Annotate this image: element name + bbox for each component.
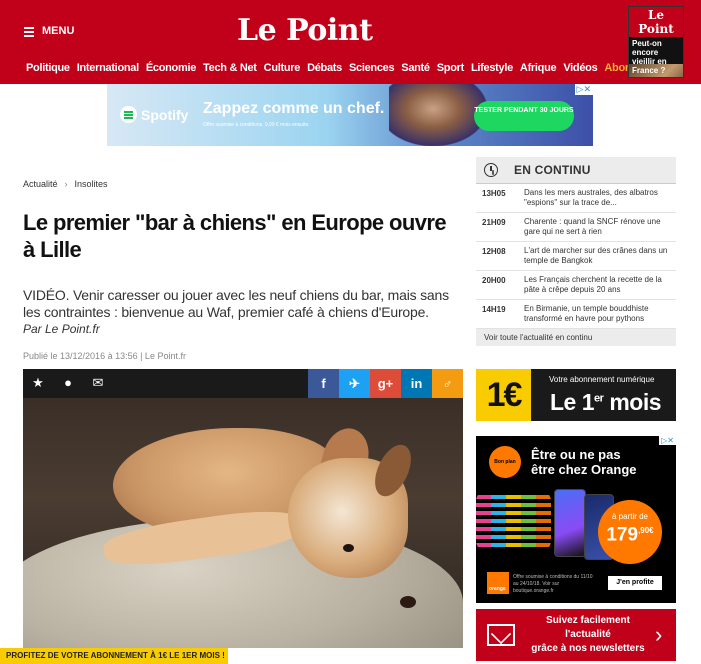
breadcrumb-insolites[interactable]: Insolites xyxy=(75,179,108,189)
article-title: Le premier "bar à chiens" en Europe ouvr… xyxy=(23,210,447,262)
comment-icon[interactable]: ● xyxy=(61,376,75,390)
orange-ad[interactable]: Bon plan Être ou ne pas être chez Orange… xyxy=(476,436,676,603)
orange-fine-print: Offre soumise à conditions du 11/10 au 2… xyxy=(513,574,593,594)
jen-profite-button[interactable]: J'en profite xyxy=(608,576,662,590)
list-item[interactable]: 12H08 L'art de marcher sur des crânes da… xyxy=(476,242,676,271)
list-item[interactable]: 21H09 Charente : quand la SNCF rénove un… xyxy=(476,213,676,242)
subscription-ad-big: Le 1er mois xyxy=(550,389,662,415)
magazine-title: Le Point xyxy=(629,7,683,37)
ad-cta-button[interactable]: TESTER PENDANT 30 JOURS xyxy=(474,101,574,131)
orange-ad-title: Être ou ne pas être chez Orange xyxy=(531,447,637,477)
nav-item-culture[interactable]: Culture xyxy=(264,62,301,74)
list-item[interactable]: 20H00 Les Français cherchent la recette … xyxy=(476,271,676,300)
nav-item-debats[interactable]: Débats xyxy=(307,62,342,74)
list-item[interactable]: 13H05 Dans les mers australes, des albat… xyxy=(476,184,676,213)
site-logo[interactable]: Le Point xyxy=(237,13,373,48)
news-text[interactable]: L'art de marcher sur des crânes dans un … xyxy=(524,246,670,266)
chevron-right-icon: › xyxy=(64,179,68,189)
breadcrumb: Actualité › Insolites xyxy=(23,179,108,189)
adchoices-icon[interactable]: ▷✕ xyxy=(574,84,593,95)
nav-item-sante[interactable]: Santé xyxy=(401,62,430,74)
dog-eye-shape xyxy=(343,544,354,552)
nav-item-tech-net[interactable]: Tech & Net xyxy=(203,62,257,74)
see-all-news-link[interactable]: Voir toute l'actualité en continu xyxy=(476,329,676,346)
nav-item-sciences[interactable]: Sciences xyxy=(349,62,395,74)
nav-item-lifestyle[interactable]: Lifestyle xyxy=(471,62,513,74)
spotify-banner-ad[interactable]: Spotify Zappez comme un chef. Offre soum… xyxy=(107,84,593,146)
nav-item-politique[interactable]: Politique xyxy=(26,62,70,74)
newsletter-banner[interactable]: Suivez facilement l'actualité grâce à no… xyxy=(476,609,676,661)
twitter-share-button[interactable]: ✈ xyxy=(339,369,370,398)
spotify-brand: Spotify xyxy=(141,106,189,123)
more-share-button[interactable]: ♂ xyxy=(432,369,463,398)
main-nav: Politique International Économie Tech & … xyxy=(26,62,650,74)
subscription-ad[interactable]: 1€ Votre abonnement numérique Le 1er moi… xyxy=(476,369,676,421)
news-time: 20H00 xyxy=(482,276,506,285)
en-continu-header: EN CONTINU xyxy=(476,157,676,184)
news-text[interactable]: En Birmanie, un temple bouddhiste transf… xyxy=(524,304,670,324)
nav-item-sport[interactable]: Sport xyxy=(437,62,465,74)
ad-subline: Offre soumise à conditions. 9,99 € mois … xyxy=(203,122,310,128)
news-time: 12H08 xyxy=(482,247,506,256)
list-item[interactable]: 14H19 En Birmanie, un temple bouddhiste … xyxy=(476,300,676,329)
adchoices-icon[interactable]: ▷✕ xyxy=(659,436,676,445)
nav-item-international[interactable]: International xyxy=(77,62,139,74)
nav-item-videos[interactable]: Vidéos xyxy=(563,62,597,74)
en-continu-title: EN CONTINU xyxy=(514,163,591,177)
spotify-icon xyxy=(120,106,137,123)
subscription-ad-top: Votre abonnement numérique xyxy=(549,375,655,384)
promo-strip[interactable]: PROFITEZ DE VOTRE ABONNEMENT À 1€ LE 1ER… xyxy=(0,648,228,664)
menu-label: MENU xyxy=(42,25,75,37)
article-lede: VIDÉO. Venir caresser ou jouer avec les … xyxy=(23,287,449,320)
hamburger-icon xyxy=(24,26,34,37)
news-time: 21H09 xyxy=(482,218,506,227)
ad-headline: Zappez comme un chef. xyxy=(203,100,385,117)
breadcrumb-actualite[interactable]: Actualité xyxy=(23,179,58,189)
chevron-right-icon: › xyxy=(655,622,663,647)
google-plus-share-button[interactable]: g+ xyxy=(370,369,401,398)
spotify-logo: Spotify xyxy=(120,106,188,123)
linkedin-share-button[interactable]: in xyxy=(401,369,432,398)
star-icon[interactable]: ★ xyxy=(31,376,45,390)
magazine-cover[interactable]: Le Point Peut-on encore vieillir en Fran… xyxy=(628,6,684,78)
envelope-icon xyxy=(487,624,515,646)
article-byline: Par Le Point.fr xyxy=(23,322,100,336)
nav-item-afrique[interactable]: Afrique xyxy=(520,62,557,74)
share-bar: ★ ● ✉ f ✈ g+ in ♂ xyxy=(23,369,463,398)
site-header: MENU Le Point Politique International Éc… xyxy=(0,0,701,84)
dog-nose-shape xyxy=(400,596,416,608)
magazine-headline: Peut-on encore vieillir en France ? xyxy=(629,37,683,75)
price-badge: à partir de 179,90€ xyxy=(598,500,662,564)
bon-plan-badge: Bon plan xyxy=(489,446,521,478)
orange-logo: orange xyxy=(487,572,509,594)
facebook-share-button[interactable]: f xyxy=(308,369,339,398)
hands-illustration xyxy=(476,491,551,551)
newsletter-text: Suivez facilement l'actualité grâce à no… xyxy=(531,615,645,654)
article-photo-dog[interactable] xyxy=(23,398,463,648)
article-meta: Publié le 13/12/2016 à 13:56 | Le Point.… xyxy=(23,351,186,361)
ad-person-image xyxy=(389,84,487,146)
menu-button[interactable]: MENU xyxy=(24,25,74,37)
news-time: 14H19 xyxy=(482,305,506,314)
news-text[interactable]: Charente : quand la SNCF rénove une gare… xyxy=(524,217,670,237)
mail-icon[interactable]: ✉ xyxy=(91,376,105,390)
news-text[interactable]: Les Français cherchent la recette de la … xyxy=(524,275,670,295)
en-continu-panel: EN CONTINU 13H05 Dans les mers australes… xyxy=(476,157,676,346)
euro-price-box: 1€ xyxy=(476,369,531,421)
news-text[interactable]: Dans les mers australes, des albatros "e… xyxy=(524,188,670,208)
clock-icon xyxy=(484,163,498,177)
nav-item-economie[interactable]: Économie xyxy=(146,62,196,74)
news-time: 13H05 xyxy=(482,189,506,198)
